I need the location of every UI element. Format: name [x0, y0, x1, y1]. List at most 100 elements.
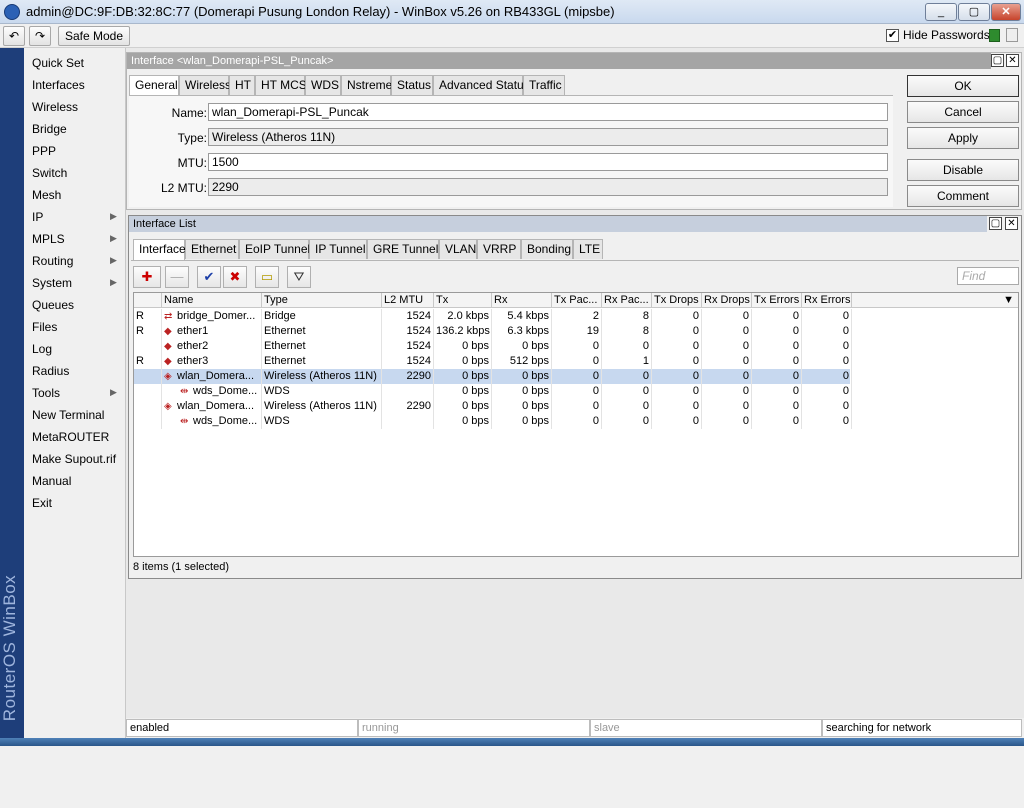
menu-item-wireless[interactable]: Wireless	[32, 100, 78, 114]
maximize-button[interactable]: ▢	[958, 3, 990, 21]
menu-item-switch[interactable]: Switch	[32, 166, 67, 180]
comment-icon[interactable]: ▭	[255, 266, 279, 288]
interface-name: ether2	[177, 340, 209, 352]
window-menu-icon[interactable]	[1006, 28, 1018, 42]
cancel-button[interactable]: Cancel	[907, 101, 1019, 123]
tab-general[interactable]: General	[129, 75, 179, 96]
tab-vlan[interactable]: VLAN	[439, 239, 477, 259]
tab-nstreme[interactable]: Nstreme	[341, 75, 392, 95]
cell-rxe: 0	[802, 369, 852, 384]
column-header-rx[interactable]: Rx	[492, 293, 552, 308]
minimize-button[interactable]: _	[925, 3, 957, 21]
tab-ip-tunnel[interactable]: IP Tunnel	[309, 239, 367, 259]
tab-lte[interactable]: LTE	[573, 239, 603, 259]
main-toolbar: ↶ ↷ Safe Mode ✔ Hide Passwords	[0, 24, 1024, 48]
title-bar: admin@DC:9F:DB:32:8C:77 (Domerapi Pusung…	[0, 0, 1024, 24]
menu-item-tools[interactable]: Tools	[32, 386, 60, 400]
tab-gre-tunnel[interactable]: GRE Tunnel	[367, 239, 439, 259]
l2mtu-field: 2290	[208, 178, 888, 196]
menu-item-manual[interactable]: Manual	[32, 474, 71, 488]
restore-icon[interactable]: ▢	[991, 54, 1004, 67]
menu-item-system[interactable]: System	[32, 276, 72, 290]
table-row[interactable]: ⇹ wds_Dome... WDS 0 bps 0 bps 0 0 0 0 0 0	[134, 384, 852, 399]
table-row[interactable]: R ◆ ether3 Ethernet 1524 0 bps 512 bps 0 1 0 0 0 0	[134, 354, 852, 369]
tab-traffic[interactable]: Traffic	[523, 75, 565, 95]
column-header-name[interactable]: Name	[162, 293, 262, 308]
interface-type-icon: ⇹	[180, 386, 189, 397]
cell-txd: 0	[652, 339, 702, 354]
safe-mode-button[interactable]: Safe Mode	[58, 26, 130, 46]
tab-wireless[interactable]: Wireless	[179, 75, 231, 95]
column-header-txe[interactable]: Tx Errors	[752, 293, 802, 308]
find-input[interactable]: Find	[957, 267, 1019, 285]
cell-l2mtu: 1524	[382, 354, 434, 369]
close-icon[interactable]: ✕	[1005, 217, 1018, 230]
column-header-txp[interactable]: Tx Pac...	[552, 293, 602, 308]
menu-item-routing[interactable]: Routing	[32, 254, 73, 268]
cell-type: Wireless (Atheros 11N)	[262, 369, 382, 384]
close-button[interactable]: ✕	[991, 3, 1021, 21]
tab-interface[interactable]: Interface	[133, 239, 186, 260]
menu-item-log[interactable]: Log	[32, 342, 52, 356]
column-header-tx[interactable]: Tx	[434, 293, 492, 308]
tab-bonding[interactable]: Bonding	[521, 239, 573, 259]
cell-name: ⇹ wds_Dome...	[162, 414, 262, 429]
cell-rxd: 0	[702, 309, 752, 324]
column-dropdown-icon[interactable]: ▼	[852, 293, 1018, 308]
column-header-rxp[interactable]: Rx Pac...	[602, 293, 652, 308]
menu-item-quick-set[interactable]: Quick Set	[32, 56, 84, 70]
submenu-arrow-icon: ▶	[110, 387, 117, 397]
status-enabled: enabled	[126, 719, 358, 737]
menu-item-files[interactable]: Files	[32, 320, 57, 334]
ok-button[interactable]: OK	[907, 75, 1019, 97]
undo-icon[interactable]: ↶	[3, 26, 25, 46]
redo-icon[interactable]: ↷	[29, 26, 51, 46]
enable-icon[interactable]: ✔	[197, 266, 221, 288]
menu-item-ppp[interactable]: PPP	[32, 144, 56, 158]
table-row[interactable]: R ⇄ bridge_Domer... Bridge 1524 2.0 kbps 5.4 k…	[134, 309, 852, 324]
column-header-txd[interactable]: Tx Drops	[652, 293, 702, 308]
tab-eoip-tunnel[interactable]: EoIP Tunnel	[239, 239, 310, 259]
menu-item-interfaces[interactable]: Interfaces	[32, 78, 85, 92]
column-header-rxe[interactable]: Rx Errors	[802, 293, 852, 308]
mtu-field[interactable]: 1500	[208, 153, 888, 171]
table-row[interactable]: ◈ wlan_Domera... Wireless (Atheros 11N) 229…	[134, 369, 852, 384]
menu-item-make-supout-rif[interactable]: Make Supout.rif	[32, 452, 116, 466]
tab-ethernet[interactable]: Ethernet	[185, 239, 239, 259]
column-header-l2mtu[interactable]: L2 MTU	[382, 293, 434, 308]
tab-ht-mcs[interactable]: HT MCS	[255, 75, 307, 95]
disable-button[interactable]: Disable	[907, 159, 1019, 181]
disable-icon[interactable]: ✖	[223, 266, 247, 288]
menu-item-exit[interactable]: Exit	[32, 496, 52, 510]
tab-wds[interactable]: WDS	[305, 75, 341, 95]
menu-item-mesh[interactable]: Mesh	[32, 188, 61, 202]
tab-ht[interactable]: HT	[229, 75, 255, 95]
comment-button[interactable]: Comment	[907, 185, 1019, 207]
column-header-flag[interactable]	[134, 293, 162, 308]
table-row[interactable]: R ◆ ether1 Ethernet 1524 136.2 kbps 6.3 kbps 19…	[134, 324, 852, 339]
cell-txd: 0	[652, 369, 702, 384]
close-icon[interactable]: ✕	[1006, 54, 1019, 67]
filter-icon[interactable]: ⛛	[287, 266, 311, 288]
apply-button[interactable]: Apply	[907, 127, 1019, 149]
remove-icon[interactable]: —	[165, 266, 189, 288]
menu-item-radius[interactable]: Radius	[32, 364, 69, 378]
hide-passwords-checkbox[interactable]: ✔	[886, 29, 899, 42]
menu-item-queues[interactable]: Queues	[32, 298, 74, 312]
add-icon[interactable]: ✚	[133, 266, 161, 288]
column-header-type[interactable]: Type	[262, 293, 382, 308]
table-row[interactable]: ◈ wlan_Domera... Wireless (Atheros 11N) 229…	[134, 399, 852, 414]
menu-item-mpls[interactable]: MPLS	[32, 232, 65, 246]
menu-item-bridge[interactable]: Bridge	[32, 122, 67, 136]
name-field[interactable]: wlan_Domerapi-PSL_Puncak	[208, 103, 888, 121]
restore-icon[interactable]: ▢	[989, 217, 1002, 230]
table-row[interactable]: ⇹ wds_Dome... WDS 0 bps 0 bps 0 0 0 0 0 0	[134, 414, 852, 429]
menu-item-metarouter[interactable]: MetaROUTER	[32, 430, 109, 444]
menu-item-ip[interactable]: IP	[32, 210, 43, 224]
table-row[interactable]: ◆ ether2 Ethernet 1524 0 bps 0 bps 0 0 0 0 0 0	[134, 339, 852, 354]
column-header-rxd[interactable]: Rx Drops	[702, 293, 752, 308]
tab-vrrp[interactable]: VRRP	[477, 239, 521, 259]
tab-status[interactable]: Status	[391, 75, 433, 95]
menu-item-new-terminal[interactable]: New Terminal	[32, 408, 104, 422]
tab-advanced-status[interactable]: Advanced Status	[433, 75, 530, 95]
